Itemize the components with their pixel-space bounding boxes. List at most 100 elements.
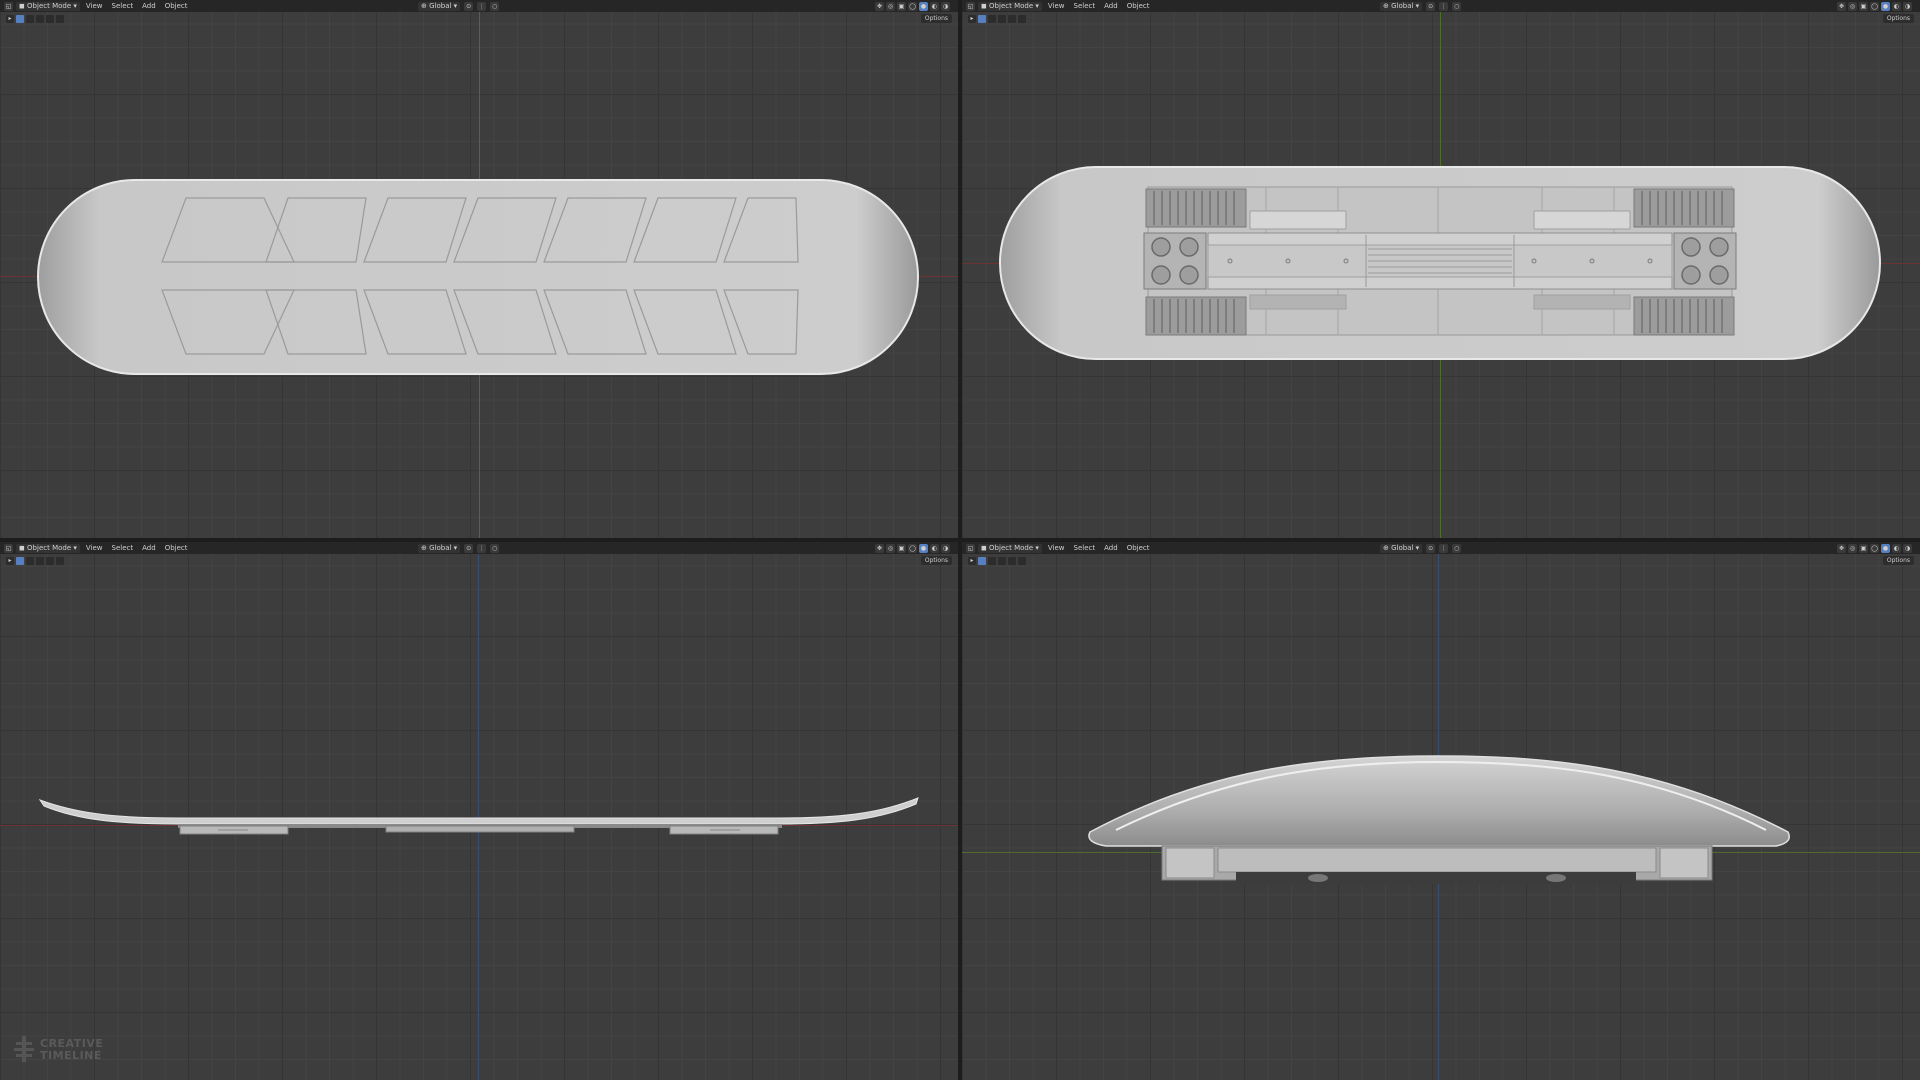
menu-object[interactable]: Object bbox=[162, 544, 191, 552]
editor-type-icon[interactable]: ◱ bbox=[4, 543, 13, 553]
proportional-editing-icon[interactable]: ○ bbox=[490, 1, 500, 11]
select-tool-icon[interactable]: ▸ bbox=[6, 557, 14, 565]
select-tool-icon[interactable]: ▸ bbox=[968, 557, 976, 565]
select-mode-subtract-icon[interactable] bbox=[998, 15, 1006, 23]
select-mode-extend-icon[interactable] bbox=[988, 557, 996, 565]
proportional-editing-icon[interactable]: ○ bbox=[1452, 1, 1462, 11]
shading-rendered-icon[interactable]: ◑ bbox=[941, 1, 950, 11]
snap-icon[interactable]: ⋮ bbox=[477, 1, 487, 11]
menu-select[interactable]: Select bbox=[1071, 544, 1099, 552]
mode-dropdown[interactable]: ◼ Object Mode ▾ bbox=[978, 1, 1042, 11]
select-mode-invert-icon[interactable] bbox=[46, 557, 54, 565]
menu-object[interactable]: Object bbox=[1124, 2, 1153, 10]
mode-dropdown[interactable]: ◼ Object Mode ▾ bbox=[16, 543, 80, 553]
transform-orientation-dropdown[interactable]: ⊕ Global ▾ bbox=[418, 1, 461, 11]
shading-solid-icon[interactable]: ● bbox=[919, 543, 928, 553]
select-tool-icon[interactable]: ▸ bbox=[968, 15, 976, 23]
proportional-editing-icon[interactable]: ○ bbox=[490, 543, 500, 553]
menu-add[interactable]: Add bbox=[1101, 544, 1121, 552]
gizmo-icon[interactable]: ✥ bbox=[1837, 1, 1846, 11]
select-tool-icon[interactable]: ▸ bbox=[6, 15, 14, 23]
menu-add[interactable]: Add bbox=[1101, 2, 1121, 10]
select-mode-new-icon[interactable] bbox=[978, 557, 986, 565]
shading-wireframe-icon[interactable]: ◯ bbox=[908, 1, 917, 11]
snap-icon[interactable]: ⋮ bbox=[1439, 543, 1449, 553]
menu-object[interactable]: Object bbox=[162, 2, 191, 10]
select-mode-intersect-icon[interactable] bbox=[1018, 557, 1026, 565]
shading-solid-icon[interactable]: ● bbox=[1881, 543, 1890, 553]
select-mode-new-icon[interactable] bbox=[978, 15, 986, 23]
select-mode-intersect-icon[interactable] bbox=[56, 15, 64, 23]
skateboard-deck-top-view[interactable] bbox=[36, 176, 924, 378]
xray-icon[interactable]: ▣ bbox=[897, 543, 906, 553]
select-mode-intersect-icon[interactable] bbox=[56, 557, 64, 565]
transform-orientation-dropdown[interactable]: ⊕ Global ▾ bbox=[1380, 1, 1423, 11]
select-mode-subtract-icon[interactable] bbox=[36, 557, 44, 565]
editor-type-icon[interactable]: ◱ bbox=[966, 1, 975, 11]
snap-icon[interactable]: ⋮ bbox=[1439, 1, 1449, 11]
viewport-top-left[interactable]: ◱ ◼ Object Mode ▾ View Select Add Object… bbox=[0, 0, 958, 538]
select-mode-invert-icon[interactable] bbox=[1008, 557, 1016, 565]
menu-add[interactable]: Add bbox=[139, 544, 159, 552]
shading-rendered-icon[interactable]: ◑ bbox=[1903, 1, 1912, 11]
overlay-icon[interactable]: ◎ bbox=[1848, 543, 1857, 553]
pivot-icon[interactable]: ⊙ bbox=[464, 1, 474, 11]
editor-type-icon[interactable]: ◱ bbox=[966, 543, 975, 553]
menu-view[interactable]: View bbox=[1045, 2, 1068, 10]
gizmo-icon[interactable]: ✥ bbox=[1837, 543, 1846, 553]
shading-rendered-icon[interactable]: ◑ bbox=[1903, 543, 1912, 553]
menu-add[interactable]: Add bbox=[139, 2, 159, 10]
viewport-bottom-right[interactable]: ◱ ◼ Object Mode ▾ View Select Add Object… bbox=[962, 542, 1920, 1080]
xray-icon[interactable]: ▣ bbox=[897, 1, 906, 11]
menu-view[interactable]: View bbox=[83, 2, 106, 10]
options-dropdown[interactable]: Options bbox=[920, 14, 952, 23]
select-mode-extend-icon[interactable] bbox=[26, 557, 34, 565]
shading-material-icon[interactable]: ◐ bbox=[930, 1, 939, 11]
xray-icon[interactable]: ▣ bbox=[1859, 543, 1868, 553]
proportional-editing-icon[interactable]: ○ bbox=[1452, 543, 1462, 553]
pivot-icon[interactable]: ⊙ bbox=[1426, 1, 1436, 11]
overlay-icon[interactable]: ◎ bbox=[886, 1, 895, 11]
overlay-icon[interactable]: ◎ bbox=[886, 543, 895, 553]
shading-wireframe-icon[interactable]: ◯ bbox=[1870, 543, 1879, 553]
shading-wireframe-icon[interactable]: ◯ bbox=[908, 543, 917, 553]
menu-select[interactable]: Select bbox=[109, 2, 137, 10]
skateboard-front-view[interactable] bbox=[1086, 750, 1796, 900]
shading-material-icon[interactable]: ◐ bbox=[1892, 543, 1901, 553]
overlay-icon[interactable]: ◎ bbox=[1848, 1, 1857, 11]
menu-view[interactable]: View bbox=[83, 544, 106, 552]
menu-select[interactable]: Select bbox=[109, 544, 137, 552]
viewport-top-right[interactable]: ◱ ◼ Object Mode ▾ View Select Add Object… bbox=[962, 0, 1920, 538]
pivot-icon[interactable]: ⊙ bbox=[464, 543, 474, 553]
viewport-bottom-left[interactable]: ◱ ◼ Object Mode ▾ View Select Add Object… bbox=[0, 542, 958, 1080]
shading-wireframe-icon[interactable]: ◯ bbox=[1870, 1, 1879, 11]
shading-solid-icon[interactable]: ● bbox=[919, 1, 928, 11]
mode-dropdown[interactable]: ◼ Object Mode ▾ bbox=[16, 1, 80, 11]
gizmo-icon[interactable]: ✥ bbox=[875, 543, 884, 553]
select-mode-subtract-icon[interactable] bbox=[36, 15, 44, 23]
xray-icon[interactable]: ▣ bbox=[1859, 1, 1868, 11]
options-dropdown[interactable]: Options bbox=[920, 556, 952, 565]
select-mode-extend-icon[interactable] bbox=[988, 15, 996, 23]
shading-material-icon[interactable]: ◐ bbox=[1892, 1, 1901, 11]
skateboard-side-view[interactable] bbox=[38, 796, 922, 836]
select-mode-new-icon[interactable] bbox=[16, 15, 24, 23]
menu-select[interactable]: Select bbox=[1071, 2, 1099, 10]
gizmo-icon[interactable]: ✥ bbox=[875, 1, 884, 11]
select-mode-invert-icon[interactable] bbox=[46, 15, 54, 23]
editor-type-icon[interactable]: ◱ bbox=[4, 1, 13, 11]
pivot-icon[interactable]: ⊙ bbox=[1426, 543, 1436, 553]
menu-view[interactable]: View bbox=[1045, 544, 1068, 552]
select-mode-new-icon[interactable] bbox=[16, 557, 24, 565]
select-mode-subtract-icon[interactable] bbox=[998, 557, 1006, 565]
transform-orientation-dropdown[interactable]: ⊕ Global ▾ bbox=[418, 543, 461, 553]
transform-orientation-dropdown[interactable]: ⊕ Global ▾ bbox=[1380, 543, 1423, 553]
shading-material-icon[interactable]: ◐ bbox=[930, 543, 939, 553]
menu-object[interactable]: Object bbox=[1124, 544, 1153, 552]
options-dropdown[interactable]: Options bbox=[1882, 556, 1914, 565]
shading-rendered-icon[interactable]: ◑ bbox=[941, 543, 950, 553]
skateboard-deck-bottom-view[interactable] bbox=[998, 163, 1886, 363]
select-mode-invert-icon[interactable] bbox=[1008, 15, 1016, 23]
select-mode-intersect-icon[interactable] bbox=[1018, 15, 1026, 23]
options-dropdown[interactable]: Options bbox=[1882, 14, 1914, 23]
